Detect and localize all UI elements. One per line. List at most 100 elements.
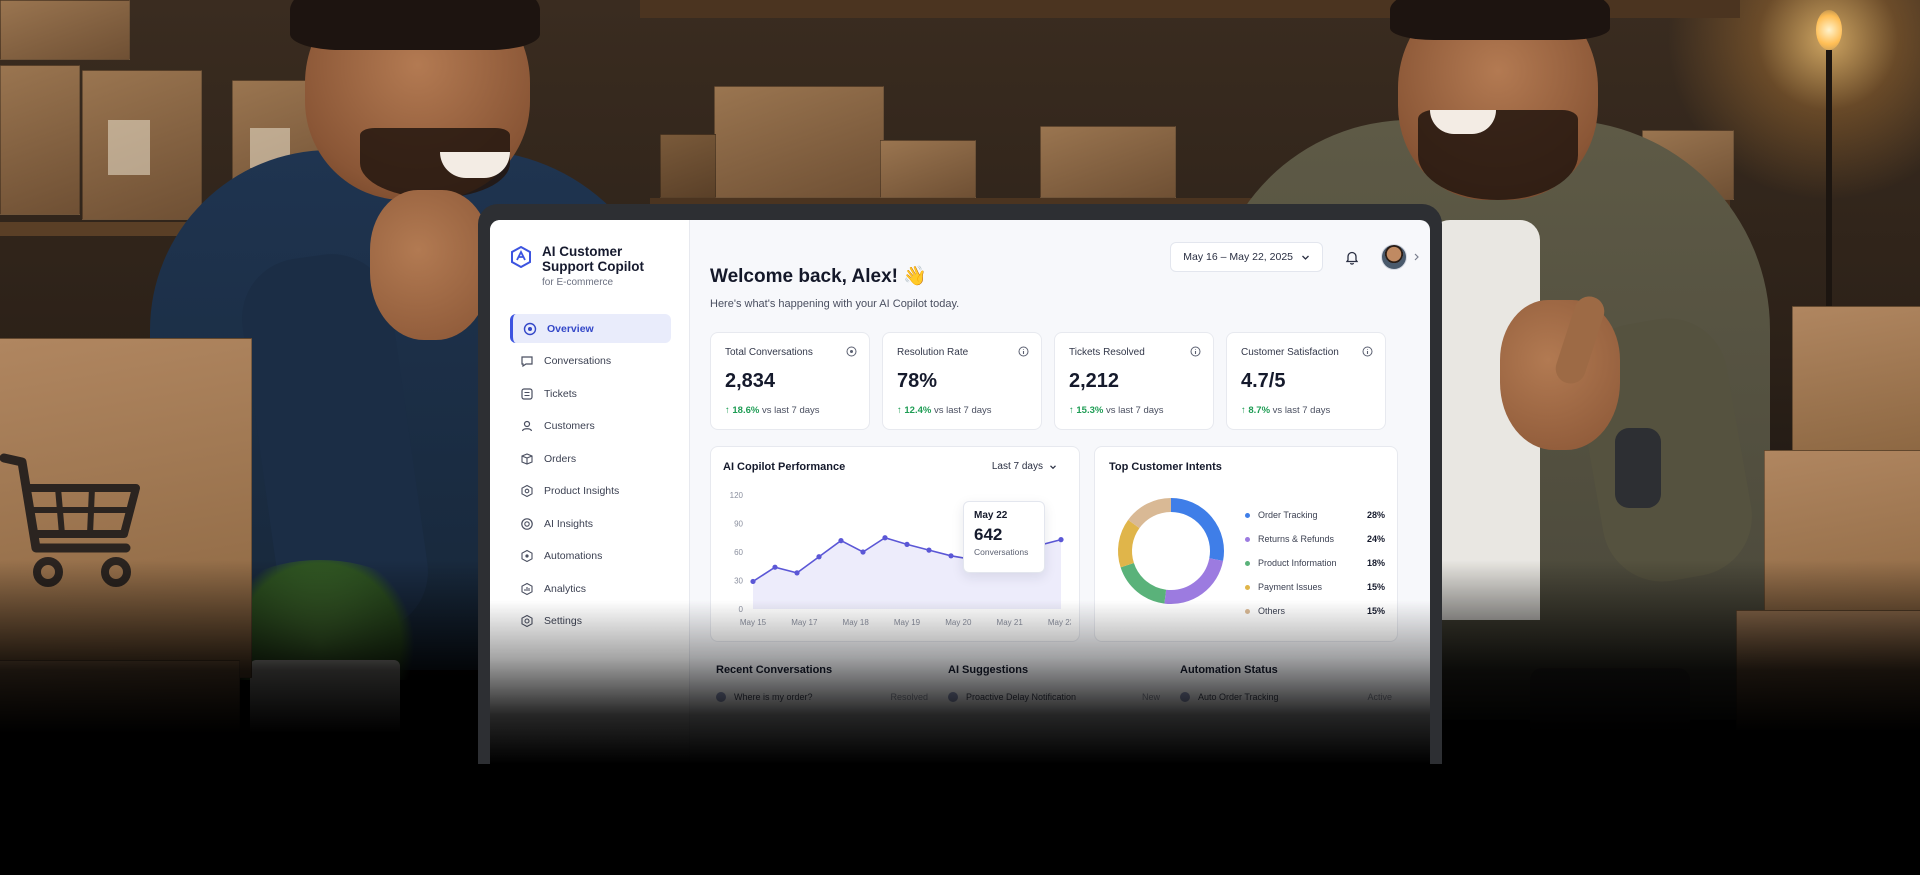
legend-label: Payment Issues [1258,582,1323,592]
sidebar-item-label: Analytics [544,582,587,595]
sidebar-item-analytics[interactable]: Analytics [510,574,671,603]
sidebar: AI Customer Support Copilot for E-commer… [490,220,690,764]
data-point[interactable] [948,553,954,559]
sidebar-item-tickets[interactable]: Tickets [510,379,671,408]
data-point[interactable] [882,535,888,541]
chat-icon [846,346,857,357]
donut-slice[interactable] [1170,498,1224,561]
data-point[interactable] [750,578,756,585]
overview-icon [523,322,537,335]
sidebar-item-label: Automations [544,550,603,562]
donut-slice[interactable] [1128,498,1172,529]
sidebar-item-overview[interactable]: Overview [510,314,671,343]
x-tick-label: May 23 [1048,618,1071,627]
product-icon [521,484,533,498]
sidebar-item-automations[interactable]: Automations [510,542,671,571]
list-item-text: Auto Order Tracking [1198,692,1279,702]
chat-icon [521,356,533,368]
intents-legend: Order Tracking 28% Returns & Refunds 24% Pro… [1245,503,1385,623]
stat-delta: ↑ 12.4% vs last 7 days [897,405,1027,416]
chevron-right-icon [1414,253,1419,261]
legend-item[interactable]: Returns & Refunds 24% [1245,527,1385,551]
tooltip-value: 642 [974,525,1003,544]
chevron-down-icon [1050,464,1056,469]
sidebar-nav: Overview Conversations Tickets Customers… [510,314,671,636]
list-item-status: Resolved [890,692,928,702]
sidebar-item-label: Tickets [544,387,577,400]
data-point[interactable] [794,570,800,576]
intents-panel: Top Customer Intents Order Tracking 28% Re… [1094,446,1398,642]
legend-label: Product Information [1258,558,1337,568]
sidebar-item-product-insights[interactable]: Product Insights [510,477,671,506]
stat-card-total-conversations[interactable]: Total Conversations 2,834 ↑ 18.6% vs las… [710,332,870,430]
donut-slice[interactable] [1164,557,1224,604]
info-icon[interactable] [1190,346,1201,357]
ai-suggestions: AI Suggestions Proactive Delay Notificat… [948,664,1180,702]
donut-slice[interactable] [1120,562,1167,604]
topbar: May 16 – May 22, 2025 [1170,242,1420,272]
legend-percent: 18% [1366,558,1385,568]
main-content: May 16 – May 22, 2025 Welcome back, Alex… [690,220,1430,764]
legend-item[interactable]: Others 15% [1245,599,1385,623]
performance-panel: AI Copilot Performance Last 7 days 0 30 60… [710,446,1080,642]
dashboard-screen: AI Customer Support Copilot for E-commer… [490,220,1430,764]
data-point[interactable] [904,541,910,547]
donut-slice[interactable] [1118,519,1140,568]
section-title: AI Suggestions [948,664,1029,676]
stat-delta-suffix: vs last 7 days [931,405,992,416]
data-point[interactable] [860,549,866,555]
legend-item[interactable]: Order Tracking 28% [1245,503,1385,527]
intents-donut-chart [1118,498,1224,604]
data-point[interactable] [816,554,822,560]
list-item-text: Where is my order? [734,692,813,702]
list-item[interactable]: Auto Order Tracking Active [1180,692,1412,702]
data-point[interactable] [838,538,844,544]
list-item[interactable]: Proactive Delay Notification New [948,692,1180,702]
data-point[interactable] [1058,537,1064,543]
sidebar-item-orders[interactable]: Orders [510,444,671,473]
sidebar-item-label: Conversations [544,355,612,367]
sidebar-item-label: Product Insights [544,485,620,497]
stat-delta: ↑ 18.6% vs last 7 days [725,405,855,416]
tooltip-date: May 22 [974,510,1008,521]
stat-delta-suffix: vs last 7 days [759,405,820,416]
stat-value: 2,834 [725,370,776,392]
sidebar-item-label: Overview [547,322,594,335]
info-icon[interactable] [1018,346,1029,357]
page-subtitle: Here's what's happening with your AI Cop… [710,298,960,310]
info-icon[interactable] [1362,346,1373,357]
sidebar-item-conversations[interactable]: Conversations [510,347,671,376]
range-dropdown[interactable]: Last 7 days [992,461,1057,472]
date-range-picker[interactable]: May 16 – May 22, 2025 [1170,242,1323,272]
stat-card-resolution-rate[interactable]: Resolution Rate 78% ↑ 12.4% vs last 7 da… [882,332,1042,430]
logo-icon [511,246,531,268]
ticket-icon [521,387,533,400]
y-tick-label: 30 [734,577,743,586]
section-title: Automation Status [1180,664,1278,676]
sidebar-item-settings[interactable]: Settings [510,607,671,636]
y-tick-label: 60 [734,548,743,557]
list-item[interactable]: Where is my order? Resolved [716,692,948,702]
panel-title: Top Customer Intents [1109,461,1222,473]
sidebar-item-ai-insights[interactable]: AI Insights [510,509,671,538]
sidebar-item-customers[interactable]: Customers [510,412,671,441]
data-point[interactable] [772,564,778,570]
notifications-button[interactable] [1343,248,1361,266]
y-tick-label: 0 [739,605,744,614]
stat-card-customer-satisfaction[interactable]: Customer Satisfaction 4.7/5 ↑ 8.7% vs la… [1226,332,1386,430]
stat-label: Tickets Resolved [1069,347,1145,358]
stat-card-tickets-resolved[interactable]: Tickets Resolved 2,212 ↑ 15.3% vs last 7… [1054,332,1214,430]
avatar [1381,244,1407,270]
stat-delta-suffix: vs last 7 days [1270,405,1331,416]
charts-row: AI Copilot Performance Last 7 days 0 30 60… [710,446,1412,642]
legend-item[interactable]: Payment Issues 15% [1245,575,1385,599]
x-tick-label: May 21 [997,618,1024,627]
sidebar-item-label: Customers [544,420,595,432]
legend-item[interactable]: Product Information 18% [1245,551,1385,575]
legend-percent: 24% [1366,534,1385,544]
settings-icon [521,614,533,628]
stat-label: Resolution Rate [897,347,969,358]
user-menu[interactable] [1381,244,1420,270]
data-point[interactable] [926,547,932,553]
app-title: AI Customer Support Copilot [542,244,644,274]
